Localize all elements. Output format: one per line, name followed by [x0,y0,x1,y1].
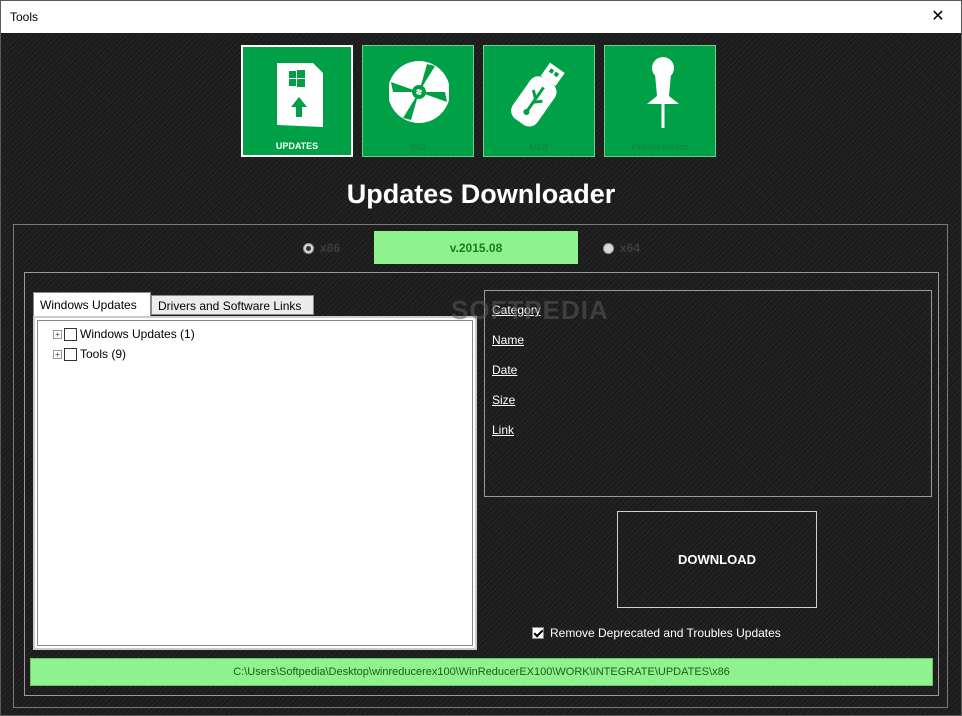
windows-update-icon [277,63,323,127]
date-field: Date [492,363,518,377]
window-title: Tools [10,10,39,24]
tree-item-checkbox[interactable] [64,327,77,341]
preset-editor-tile-label: Preset Editor [631,142,689,152]
tree-item-checkbox[interactable] [64,347,77,361]
disc-icon [389,61,449,123]
remove-deprecated-label: Remove Deprecated and Troubles Updates [550,626,781,640]
x64-radio[interactable]: x64 [603,241,640,255]
remove-deprecated-checkbox[interactable]: Remove Deprecated and Troubles Updates [532,626,781,640]
close-button[interactable]: ✕ [915,1,961,31]
updates-tree[interactable]: + Windows Updates (1) + Tools (9) [33,316,477,650]
tab-windows-updates[interactable]: Windows Updates [33,292,151,316]
name-field: Name [492,333,525,347]
usb-tile-label: USB [529,142,549,152]
version-badge: v.2015.08 [374,231,578,264]
tree-item-windows-updates[interactable]: + Windows Updates (1) [53,327,195,341]
page-title: Updates Downloader [346,179,616,209]
tree-item-tools[interactable]: + Tools (9) [53,347,126,361]
tree-item-label: Tools (9) [80,347,127,361]
usb-drive-icon [511,62,565,127]
x64-label: x64 [620,241,641,255]
expand-icon[interactable]: + [53,329,62,339]
softpedia-watermark: SOFTPEDIA [451,295,609,325]
main-content: UPDATES ISO USB Preset Editor Updates Do… [1,33,961,715]
x86-label: x86 [320,241,341,255]
preset-editor-tile[interactable]: Preset Editor [604,45,716,157]
expand-icon[interactable]: + [53,349,62,359]
iso-tile[interactable]: ISO [362,45,474,157]
usb-tile[interactable]: USB [483,45,595,157]
tools-window: Tools ✕ UPDATES ISO USB Preset Editor Up… [0,0,962,716]
pushpin-icon [647,57,679,128]
tree-list: + Windows Updates (1) + Tools (9) [37,320,473,646]
checkbox-checked-icon [532,627,544,639]
title-bar: Tools ✕ [1,1,961,33]
link-field[interactable]: Link [492,423,514,437]
updates-tile[interactable]: UPDATES [241,45,353,157]
radio-selected-icon [303,242,314,254]
updates-tile-label: UPDATES [275,141,319,151]
output-path-bar: C:\Users\Softpedia\Desktop\winreducerex1… [30,658,933,686]
tree-item-label: Windows Updates (1) [80,327,195,341]
close-icon: ✕ [931,8,945,25]
x86-radio[interactable]: x86 [303,241,340,255]
download-button[interactable]: DOWNLOAD [617,511,817,608]
size-field: Size [492,393,516,407]
radio-unselected-icon [603,242,614,254]
iso-tile-label: ISO [410,142,426,152]
tab-drivers-software-links[interactable]: Drivers and Software Links [151,295,314,315]
